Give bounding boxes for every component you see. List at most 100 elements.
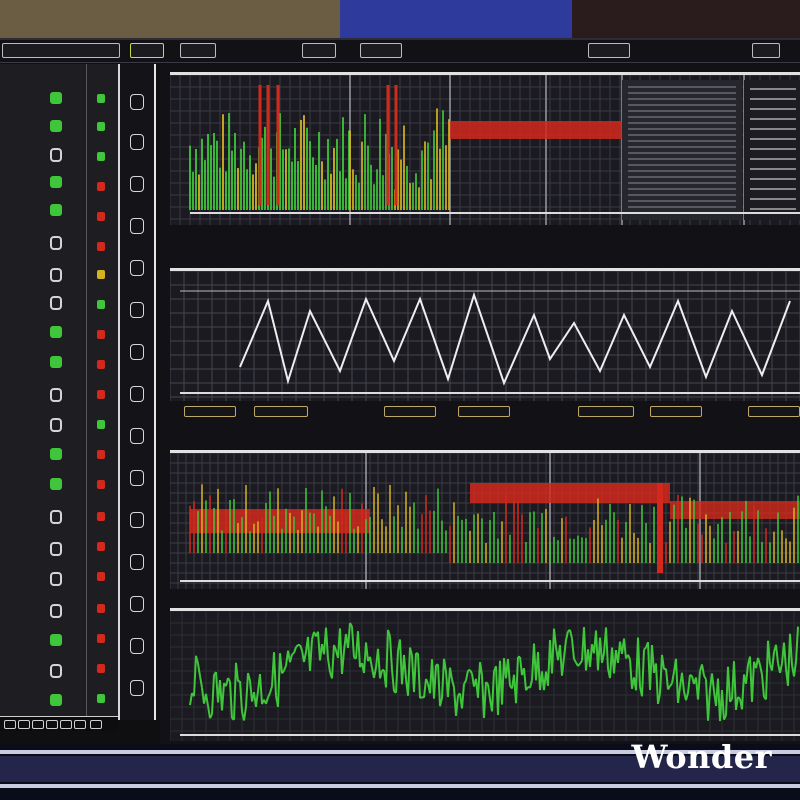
indicator-icon — [97, 182, 105, 191]
status-glyph-icon[interactable] — [50, 92, 62, 104]
oscillation-trace — [461, 683, 465, 709]
indicator-icon — [97, 480, 105, 489]
oscillation-trace — [309, 639, 313, 671]
trace-panel-oscillation-plot — [170, 611, 800, 741]
status-glyph-icon[interactable] — [50, 572, 62, 586]
label-block — [184, 406, 236, 417]
watermark-text: Wonder — [631, 738, 772, 776]
channel-marker-icon[interactable] — [130, 344, 144, 360]
indicator-icon — [97, 450, 105, 459]
oscillation-trace — [789, 633, 793, 666]
label-block — [748, 406, 800, 417]
oscillation-trace — [267, 692, 271, 698]
oscillation-trace — [327, 658, 331, 673]
status-glyph-icon[interactable] — [50, 268, 62, 282]
trace-panel-waveform-plot — [170, 271, 800, 401]
trace-panel-bands[interactable] — [170, 450, 800, 589]
menu-block-2[interactable] — [130, 43, 164, 58]
oscillation-trace — [245, 672, 249, 707]
oscillation-trace — [417, 653, 421, 699]
oscillation-trace — [641, 649, 645, 697]
footer-mark — [90, 720, 102, 729]
status-glyph-icon[interactable] — [50, 326, 62, 338]
channel-marker-icon[interactable] — [130, 554, 144, 570]
channel-marker-icon[interactable] — [130, 302, 144, 318]
channel-marker-icon[interactable] — [130, 470, 144, 486]
label-block — [254, 406, 308, 417]
label-block — [578, 406, 634, 417]
status-glyph-icon[interactable] — [50, 148, 62, 162]
footer-mark — [18, 720, 30, 729]
oscillation-trace — [243, 706, 247, 721]
channel-marker-icon[interactable] — [130, 176, 144, 192]
indicator-icon — [97, 572, 105, 581]
menu-block-5[interactable] — [360, 43, 402, 58]
status-glyph-icon[interactable] — [50, 120, 62, 132]
oscillation-trace — [759, 664, 763, 675]
status-glyph-icon[interactable] — [50, 510, 62, 524]
oscillation-trace — [477, 662, 481, 698]
indicator-icon — [97, 212, 105, 221]
status-glyph-icon[interactable] — [50, 296, 62, 310]
status-glyph-icon[interactable] — [50, 664, 62, 678]
channel-marker-icon[interactable] — [130, 680, 144, 696]
indicator-icon — [97, 420, 105, 429]
label-strip — [170, 404, 800, 422]
channel-list-panel — [0, 64, 120, 720]
red-band — [470, 483, 670, 503]
menu-block-1[interactable] — [2, 43, 120, 58]
channel-marker-icon[interactable] — [130, 428, 144, 444]
status-glyph-icon[interactable] — [50, 356, 62, 368]
oscillation-trace — [447, 667, 451, 698]
channel-marker-icon[interactable] — [130, 638, 144, 654]
oscillation-trace — [741, 674, 745, 710]
oscillation-trace — [391, 669, 395, 692]
oscillation-trace — [483, 682, 487, 718]
footer-mark — [60, 720, 72, 729]
indicator-icon — [97, 94, 105, 103]
oscillation-trace — [795, 626, 799, 662]
oscillation-trace — [579, 660, 583, 665]
menu-block-4[interactable] — [302, 43, 336, 58]
trace-panel-top[interactable] — [170, 72, 800, 225]
sub-panel — [622, 80, 742, 220]
title-bar — [0, 40, 800, 63]
footer-mark — [46, 720, 58, 729]
channel-marker-icon[interactable] — [130, 94, 144, 110]
channel-marker-icon[interactable] — [130, 512, 144, 528]
indicator-icon — [97, 634, 105, 643]
status-glyph-icon[interactable] — [50, 176, 62, 188]
status-glyph-icon[interactable] — [50, 388, 62, 402]
oscillation-trace — [519, 656, 523, 676]
status-glyph-icon[interactable] — [50, 448, 62, 460]
channel-marker-icon[interactable] — [130, 218, 144, 234]
status-glyph-icon[interactable] — [50, 478, 62, 490]
oscillation-trace — [507, 658, 511, 686]
oscillation-trace — [283, 665, 287, 671]
oscillation-trace — [255, 690, 259, 707]
status-glyph-icon[interactable] — [50, 694, 62, 706]
left-footer-bar — [0, 716, 118, 731]
oscillation-trace — [199, 675, 203, 688]
red-band — [450, 121, 622, 139]
channel-marker-icon[interactable] — [130, 596, 144, 612]
menu-block-6[interactable] — [588, 43, 630, 58]
status-glyph-icon[interactable] — [50, 634, 62, 646]
indicator-icon — [97, 122, 105, 131]
channel-marker-icon[interactable] — [130, 260, 144, 276]
status-glyph-icon[interactable] — [50, 418, 62, 432]
menu-block-3[interactable] — [180, 43, 216, 58]
channel-indicator-column — [86, 64, 117, 720]
oscillation-trace — [389, 636, 393, 670]
trace-panel-waveform[interactable] — [170, 268, 800, 401]
status-glyph-icon[interactable] — [50, 236, 62, 250]
status-glyph-icon[interactable] — [50, 204, 62, 216]
trace-panel-oscillation[interactable] — [170, 608, 800, 741]
channel-marker-icon[interactable] — [130, 134, 144, 150]
status-glyph-icon[interactable] — [50, 604, 62, 618]
menu-block-7[interactable] — [752, 43, 780, 58]
channel-marker-icon[interactable] — [130, 386, 144, 402]
status-glyph-icon[interactable] — [50, 542, 62, 556]
oscillation-trace — [689, 673, 693, 677]
indicator-icon — [97, 300, 105, 309]
